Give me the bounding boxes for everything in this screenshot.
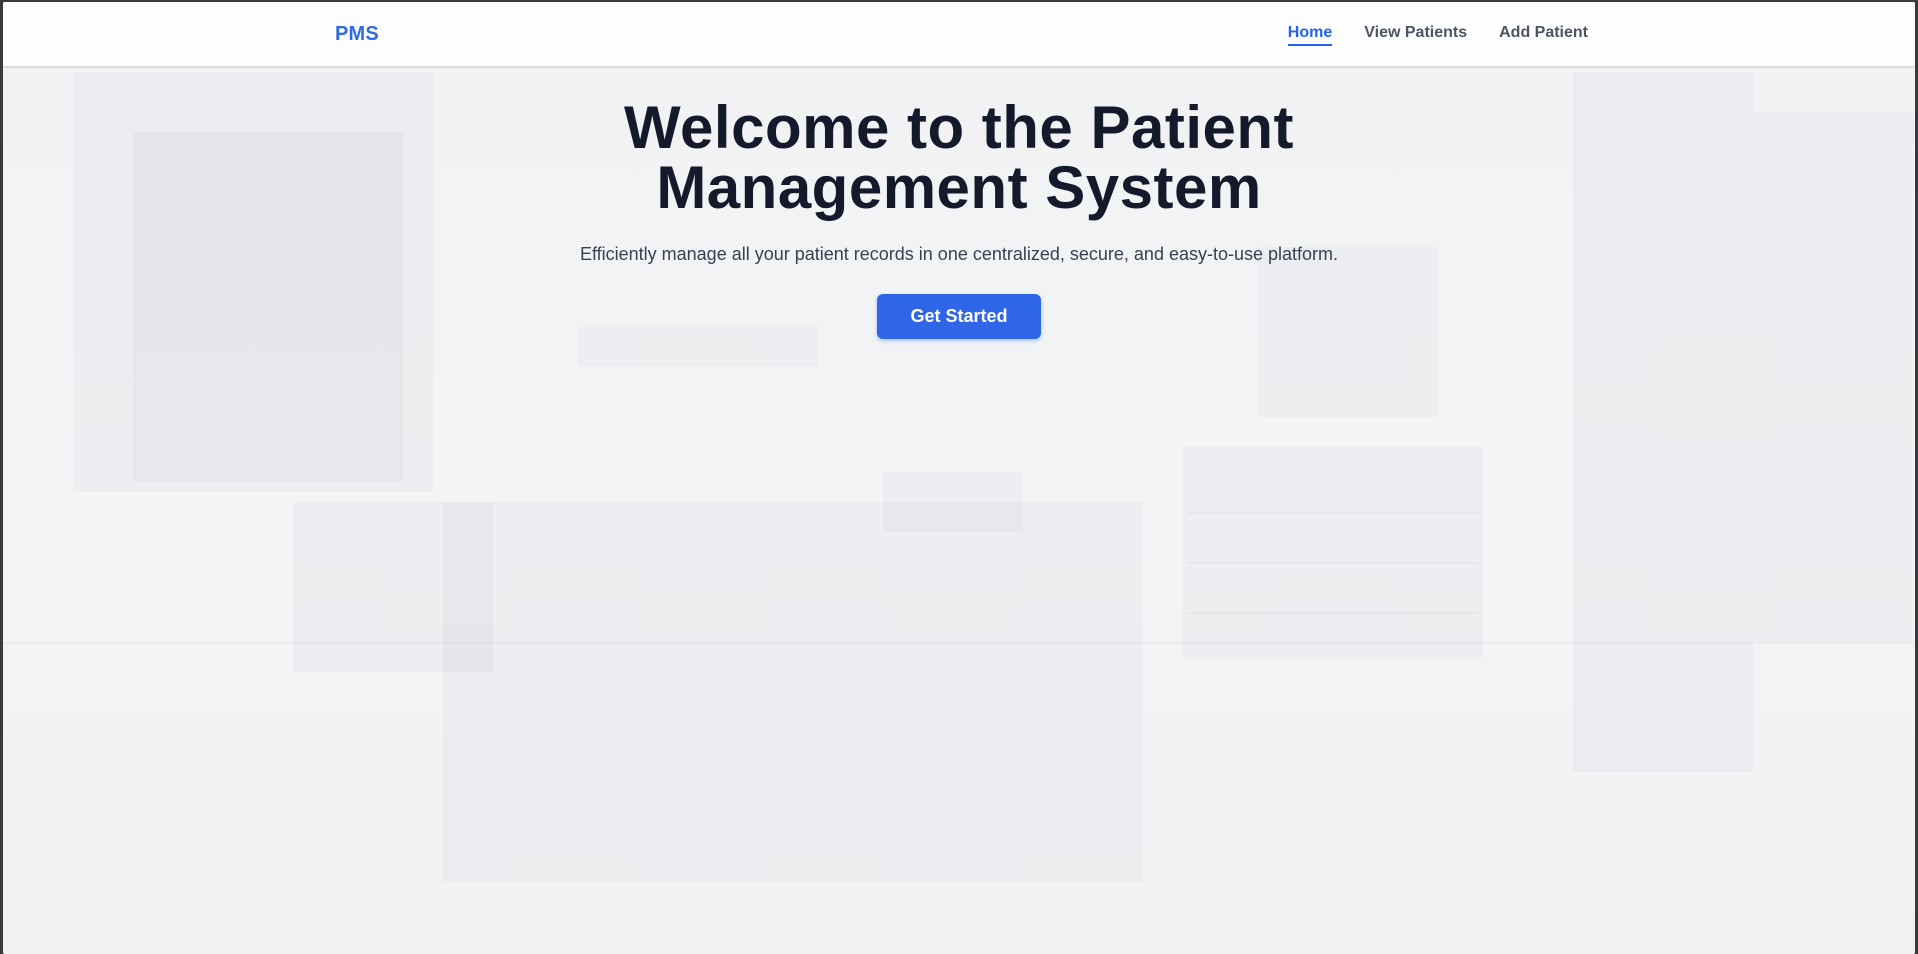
nav-link-view-patients[interactable]: View Patients <box>1364 24 1467 46</box>
hero-title: Welcome to the Patient Management System <box>579 98 1339 218</box>
browser-viewport: PMS Home View Patients Add Patient Welco… <box>3 2 1915 954</box>
nav-link-home[interactable]: Home <box>1287 24 1333 46</box>
hero-subtitle: Efficiently manage all your patient reco… <box>579 244 1339 264</box>
brand-logo[interactable]: PMS <box>335 23 379 46</box>
get-started-button[interactable]: Get Started <box>877 294 1041 339</box>
nav-link-add-patient[interactable]: Add Patient <box>1499 24 1588 46</box>
hero-title-line-1: Welcome to the Patient <box>623 94 1294 161</box>
top-navbar: PMS Home View Patients Add Patient <box>3 2 1915 66</box>
hero-title-line-2: Management System <box>656 154 1262 221</box>
nav-links: Home View Patients Add Patient <box>1287 24 1588 46</box>
hero-section: Welcome to the Patient Management System… <box>3 98 1915 339</box>
